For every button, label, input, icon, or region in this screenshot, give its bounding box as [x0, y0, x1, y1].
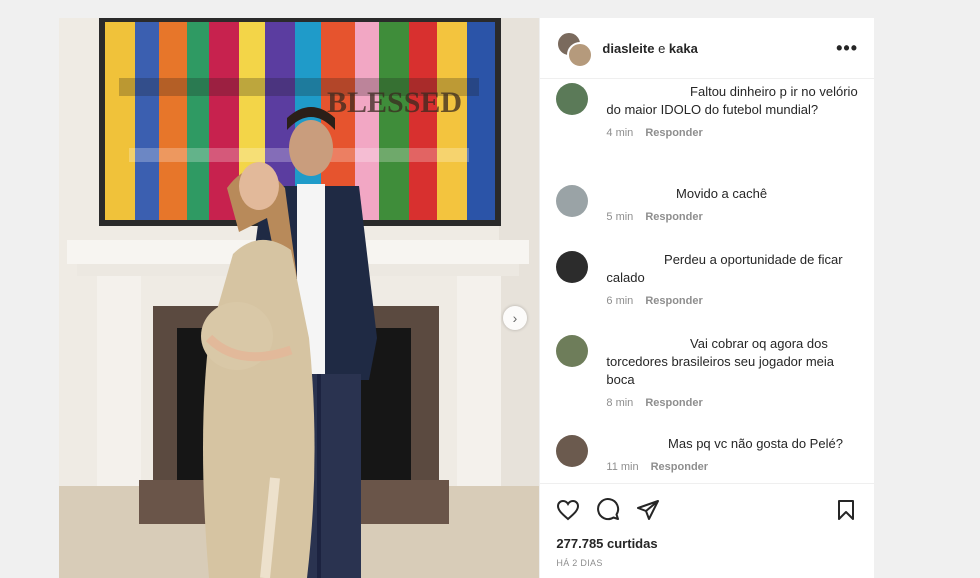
- comment-text: Perdeu a oportunidade de ficar calado: [606, 252, 843, 285]
- comment-time: 4 min: [606, 127, 634, 139]
- comment-item: Vai cobrar oq agora dos torcedores brasi…: [556, 335, 860, 409]
- reply-button[interactable]: Responder: [651, 461, 708, 473]
- comment-username[interactable]: [606, 440, 664, 450]
- photo-illustration: BLESSED: [59, 18, 540, 578]
- comments-list: Faltou dinheiro p ir no velório do maior…: [540, 79, 874, 483]
- comment-item: Mas pq vc não gosta do Pelé? 11 min Respo…: [556, 435, 860, 473]
- bookmark-icon[interactable]: [834, 498, 858, 522]
- post-header: diasleite e kaka •••: [540, 18, 874, 79]
- comment-item: Movido a cachê 5 min Responder: [556, 185, 860, 223]
- comment-username[interactable]: [606, 256, 660, 266]
- reply-button[interactable]: Responder: [645, 295, 702, 307]
- comment-text: Movido a cachê: [606, 185, 860, 203]
- reply-button[interactable]: Responder: [645, 211, 702, 223]
- author-name-second[interactable]: kaka: [669, 41, 698, 56]
- comment-time: 6 min: [606, 295, 634, 307]
- reply-button[interactable]: Responder: [645, 127, 702, 139]
- comment-avatar[interactable]: [556, 83, 589, 115]
- author-avatars[interactable]: [556, 31, 594, 68]
- likes-count[interactable]: 277.785 curtidas: [540, 536, 874, 558]
- comment-time: 5 min: [606, 211, 634, 223]
- painting-text: BLESSED: [327, 86, 462, 119]
- comment-time: 11 min: [606, 461, 639, 473]
- comments-panel: diasleite e kaka ••• Faltou dinheiro p i…: [539, 18, 874, 578]
- instagram-post: BLESSED › diasleite e kaka ••• Faltou di…: [59, 18, 874, 578]
- comment-username[interactable]: [606, 190, 672, 200]
- comment-avatar[interactable]: [556, 185, 589, 217]
- author-name-first[interactable]: diasleite: [602, 41, 654, 56]
- comment-avatar[interactable]: [556, 251, 589, 283]
- comment-item: Perdeu a oportunidade de ficar calado 6 …: [556, 251, 860, 307]
- author-names[interactable]: diasleite e kaka: [602, 41, 836, 56]
- avatar: [567, 42, 594, 68]
- comment-time: 8 min: [606, 397, 634, 409]
- share-icon[interactable]: [636, 498, 660, 522]
- author-conjunction: e: [658, 40, 666, 56]
- reply-button[interactable]: Responder: [645, 397, 702, 409]
- comment-icon[interactable]: [596, 498, 620, 522]
- next-photo-button[interactable]: ›: [503, 306, 527, 330]
- chevron-right-icon: ›: [512, 310, 518, 326]
- comment-text: Mas pq vc não gosta do Pelé?: [606, 435, 860, 453]
- heart-icon[interactable]: [556, 498, 580, 522]
- post-timestamp: HÁ 2 DIAS: [556, 558, 603, 568]
- comment-username[interactable]: [606, 340, 686, 350]
- comment-avatar[interactable]: [556, 435, 589, 467]
- comment-username[interactable]: [606, 88, 686, 98]
- comment-text: Vai cobrar oq agora dos torcedores brasi…: [606, 336, 835, 387]
- comment-text: Faltou dinheiro p ir no velório do maior…: [606, 84, 858, 117]
- post-photo[interactable]: BLESSED ›: [59, 18, 540, 578]
- comment-avatar[interactable]: [556, 335, 589, 367]
- more-horizontal-icon[interactable]: •••: [836, 38, 858, 59]
- comment-item: Faltou dinheiro p ir no velório do maior…: [556, 83, 860, 139]
- post-actions: [540, 483, 874, 536]
